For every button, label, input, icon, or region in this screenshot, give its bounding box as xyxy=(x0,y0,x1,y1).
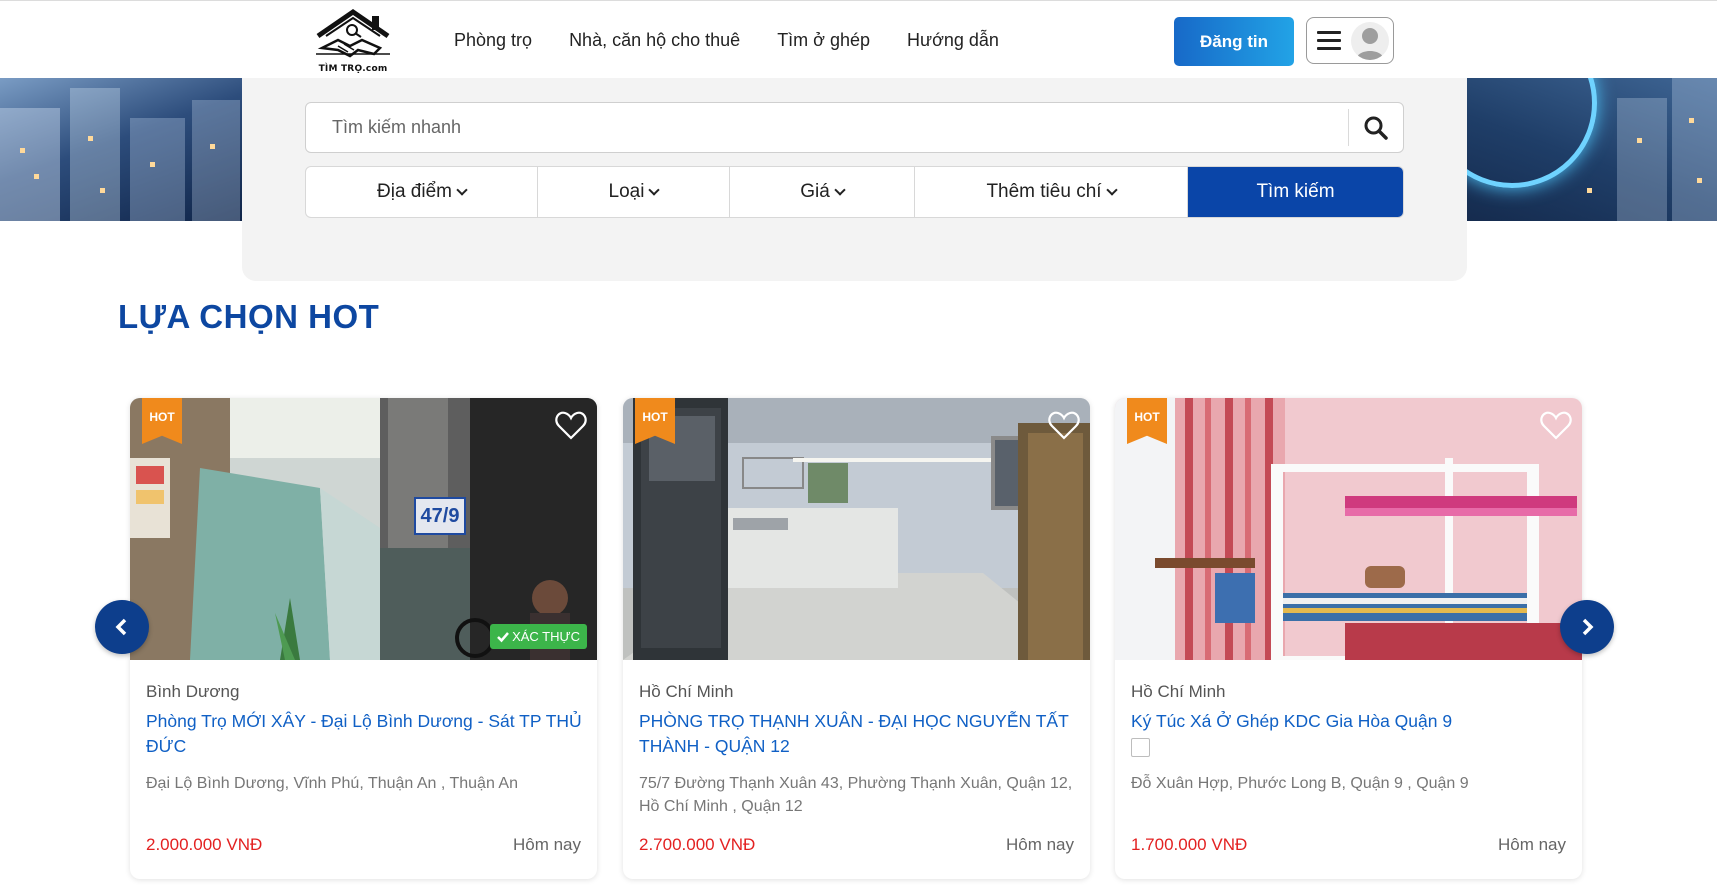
listing-date: Hôm nay xyxy=(512,835,581,854)
hamburger-icon xyxy=(1317,31,1341,51)
filter-bar: Địa điểm Loại Giá Thêm tiêu chí Tìm kiếm xyxy=(305,166,1404,218)
hero-banner-right xyxy=(1467,78,1717,221)
house-number: 47/9 xyxy=(421,505,460,527)
listing-title[interactable]: Phòng Trọ MỚI XÂY - Đại Lộ Bình Dương - … xyxy=(146,709,586,759)
filter-price[interactable]: Giá xyxy=(730,167,915,217)
heart-icon[interactable] xyxy=(1048,410,1080,440)
filter-type[interactable]: Loại xyxy=(538,167,730,217)
site-header: TÌM TRỌ.com Phòng trọ Nhà, căn hộ cho th… xyxy=(0,4,1717,78)
listing-price: 2.000.000 VNĐ xyxy=(146,835,263,854)
listing-title[interactable]: PHÒNG TRỌ THẠNH XUÂN - ĐẠI HỌC NGUYỄN TẤ… xyxy=(639,709,1079,759)
listing-date: Hôm nay xyxy=(1497,835,1566,854)
verified-label: XÁC THỰC xyxy=(512,629,580,644)
filter-more-criteria[interactable]: Thêm tiêu chí xyxy=(915,167,1188,217)
logo-text: TÌM TRỌ.com xyxy=(318,64,388,74)
house-handshake-logo-icon xyxy=(316,8,390,58)
listing-address: 75/7 Đường Thạnh Xuân 43, Phường Thạnh X… xyxy=(639,775,1073,815)
listing-image[interactable]: HOT xyxy=(1115,398,1582,660)
chevron-down-icon xyxy=(456,183,468,196)
main-nav: Phòng trọ Nhà, căn hộ cho thuê Tìm ở ghé… xyxy=(454,30,999,51)
listing-location: Bình Dương xyxy=(146,682,240,701)
listing-price: 1.700.000 VNĐ xyxy=(1131,835,1248,854)
carousel-prev-button[interactable] xyxy=(95,600,149,654)
listing-location: Hồ Chí Minh xyxy=(639,682,734,701)
listing-address: Đỗ Xuân Hợp, Phước Long B, Quận 9 , Quận… xyxy=(1131,775,1469,792)
listing-price: 2.700.000 VNĐ xyxy=(639,835,756,854)
search-button[interactable] xyxy=(1348,109,1403,146)
user-menu-button[interactable] xyxy=(1306,17,1394,64)
check-icon xyxy=(497,631,510,642)
post-listing-button[interactable]: Đăng tin xyxy=(1174,17,1294,66)
section-title: LỰA CHỌN HOT xyxy=(118,298,380,335)
hero-banner-left xyxy=(0,78,242,221)
chevron-left-icon xyxy=(115,618,127,636)
listing-date: Hôm nay xyxy=(1005,835,1074,854)
filter-type-label: Loại xyxy=(608,181,645,202)
nav-nha-can-ho[interactable]: Nhà, căn hộ cho thuê xyxy=(569,30,740,51)
listing-checkbox[interactable] xyxy=(1131,738,1150,757)
listing-location: Hồ Chí Minh xyxy=(1131,682,1226,701)
listing-title[interactable]: Ký Túc Xá Ở Ghép KDC Gia Hòa Quận 9 xyxy=(1131,709,1571,734)
nav-huong-dan[interactable]: Hướng dẫn xyxy=(907,30,999,51)
quick-search-bar xyxy=(305,102,1404,153)
listing-image[interactable]: HOT xyxy=(623,398,1090,660)
listing-image[interactable]: 47/9 HOT XÁC THỰC xyxy=(130,398,597,660)
filter-location-label: Địa điểm xyxy=(377,181,452,202)
listing-card[interactable]: HOT Hồ Chí Minh PHÒNG TRỌ THẠNH XUÂN - Đ… xyxy=(623,398,1090,879)
verified-badge: XÁC THỰC xyxy=(490,624,587,649)
filter-location[interactable]: Địa điểm xyxy=(306,167,538,217)
heart-icon[interactable] xyxy=(555,410,587,440)
user-avatar-icon xyxy=(1351,22,1389,60)
nav-tim-o-ghep[interactable]: Tìm ở ghép xyxy=(777,30,870,51)
site-logo[interactable]: TÌM TRỌ.com xyxy=(308,6,398,78)
heart-icon[interactable] xyxy=(1540,410,1572,440)
filter-more-label: Thêm tiêu chí xyxy=(986,181,1102,202)
listing-card[interactable]: 47/9 HOT XÁC THỰC Bình Dương Phòng Trọ M… xyxy=(130,398,597,879)
filter-price-label: Giá xyxy=(800,181,830,202)
chevron-right-icon xyxy=(1582,618,1594,636)
search-icon xyxy=(1364,116,1388,140)
chevron-down-icon xyxy=(648,183,661,196)
listing-address: Đại Lộ Bình Dương, Vĩnh Phú, Thuận An , … xyxy=(146,775,518,792)
chevron-down-icon xyxy=(834,183,846,196)
nav-phong-tro[interactable]: Phòng trọ xyxy=(454,30,532,51)
carousel-next-button[interactable] xyxy=(1560,600,1614,654)
search-input[interactable] xyxy=(306,103,1348,152)
chevron-down-icon xyxy=(1105,183,1118,196)
search-submit-button[interactable]: Tìm kiếm xyxy=(1188,167,1403,217)
listing-card[interactable]: HOT Hồ Chí Minh Ký Túc Xá Ở Ghép KDC Gia… xyxy=(1115,398,1582,879)
